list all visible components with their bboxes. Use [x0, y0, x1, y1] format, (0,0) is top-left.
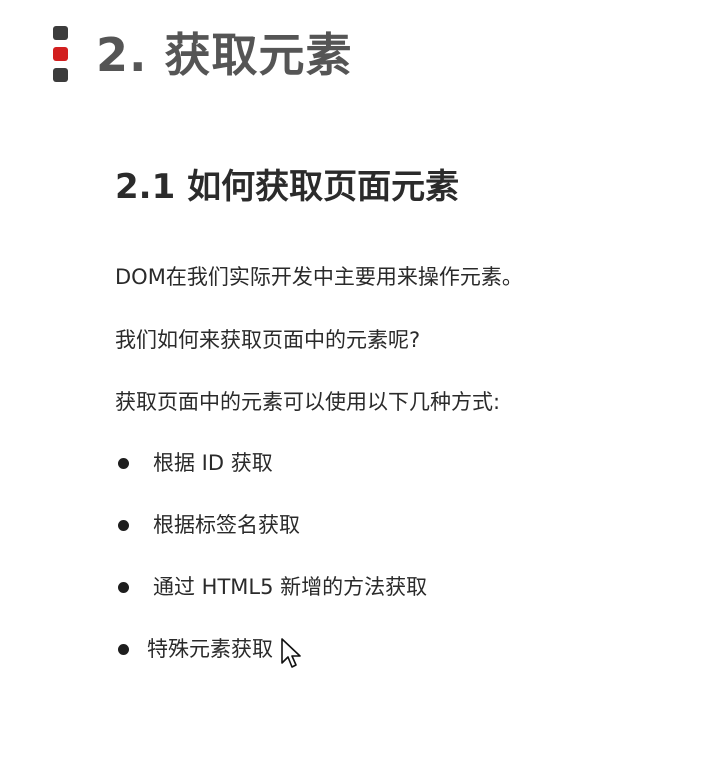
paragraph-methods-intro: 获取页面中的元素可以使用以下几种方式:: [115, 390, 501, 414]
section-title: 2. 获取元素: [96, 28, 353, 82]
bullet-icon: [118, 520, 129, 531]
subsection-title: 2.1 如何获取页面元素: [115, 167, 460, 207]
bullet-icon: [118, 458, 129, 469]
list-item: 根据标签名获取: [115, 509, 675, 571]
paragraph-dom-usage: DOM在我们实际开发中主要用来操作元素。: [115, 265, 523, 289]
list-item-label: 根据标签名获取: [153, 513, 300, 537]
bullet-icon: [118, 644, 129, 655]
paragraph-question: 我们如何来获取页面中的元素呢?: [115, 328, 421, 352]
bullet-icon: [118, 582, 129, 593]
mouse-pointer-icon: [281, 638, 301, 668]
list-item: 特殊元素获取: [115, 633, 675, 695]
list-item-label: 通过 HTML5 新增的方法获取: [153, 575, 428, 599]
list-item: 根据 ID 获取: [115, 447, 675, 509]
list-item-label: 特殊元素获取: [147, 637, 273, 661]
section-marker-icon: [53, 26, 69, 84]
list-item: 通过 HTML5 新增的方法获取: [115, 571, 675, 633]
marker-block-top: [53, 26, 68, 40]
marker-block-bottom: [53, 68, 68, 82]
list-item-label: 根据 ID 获取: [153, 451, 273, 475]
marker-block-middle: [53, 47, 68, 61]
methods-list: 根据 ID 获取 根据标签名获取 通过 HTML5 新增的方法获取 特殊元素获取: [115, 447, 675, 695]
slide: 2. 获取元素 2.1 如何获取页面元素 DOM在我们实际开发中主要用来操作元素…: [0, 0, 707, 780]
